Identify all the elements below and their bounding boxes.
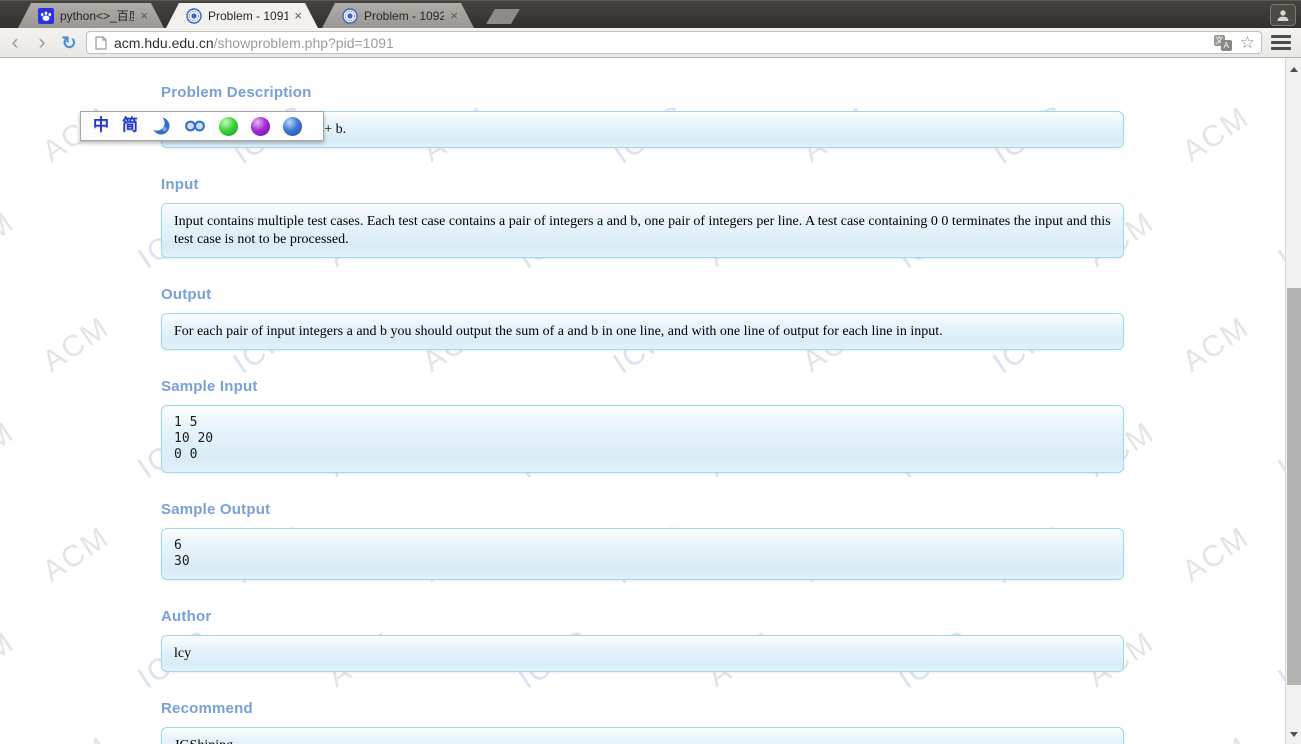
scroll-thumb[interactable] [1287, 288, 1301, 685]
section-heading: Input [161, 176, 199, 193]
watermark-text: ACM [1176, 310, 1256, 379]
section-box: JGShining [161, 727, 1124, 744]
scroll-down-icon[interactable] [1290, 732, 1298, 737]
forward-button[interactable]: › [30, 30, 54, 56]
section-heading: Recommend [161, 700, 253, 717]
section-input: Input Input contains multiple test cases… [161, 176, 1124, 258]
url-path: /showproblem.php?pid=1091 [213, 34, 394, 51]
url-text: acm.hdu.edu.cn/showproblem.php?pid=1091 [114, 35, 1214, 51]
section-heading: Sample Output [161, 501, 271, 518]
section-output: Output For each pair of input integers a… [161, 286, 1124, 350]
simplified-jian-icon[interactable]: 简 [122, 116, 138, 136]
tab-title: python<>_百度搜索 [60, 9, 129, 23]
tab-strip: python<>_百度搜索 × Problem - 1091 × Problem… [0, 0, 1301, 28]
section-heading: Sample Input [161, 378, 258, 395]
section-recommend: Recommend JGShining [161, 700, 1124, 744]
reload-button[interactable]: ↻ [56, 30, 82, 56]
purple-ball-icon[interactable] [251, 116, 271, 136]
new-tab-button[interactable] [486, 9, 520, 24]
address-bar[interactable]: acm.hdu.edu.cn/showproblem.php?pid=1091 … [86, 31, 1262, 54]
extension-toolbar-popup: 中 简 [80, 111, 324, 141]
section-body: JGShining [174, 738, 233, 744]
tab-close-icon[interactable]: × [294, 9, 302, 22]
tab-title: Problem - 1092 [364, 8, 445, 23]
section-box: Input contains multiple test cases. Each… [161, 203, 1124, 258]
hdu-favicon-icon [186, 8, 202, 24]
section-body: lcy [174, 646, 192, 661]
menu-icon[interactable] [1271, 35, 1291, 50]
scrollbar[interactable] [1285, 58, 1301, 744]
section-heading: Author [161, 608, 212, 625]
watermark-text: ACM [1177, 731, 1256, 744]
profile-button[interactable] [1270, 4, 1296, 26]
section-box: For each pair of input integers a and b … [161, 313, 1124, 350]
page-icon [95, 35, 107, 50]
section-sample-input: Sample Input 1 5 10 20 0 0 [161, 378, 1124, 473]
section-body: Input contains multiple test cases. Each… [174, 214, 1111, 247]
section-box: 6 30 [161, 528, 1124, 580]
section-author: Author lcy [161, 608, 1124, 672]
browser-toolbar: ‹ › ↻ acm.hdu.edu.cn/showproblem.php?pid… [0, 28, 1301, 58]
tab-problem-1091[interactable]: Problem - 1091 × [166, 3, 318, 28]
back-button[interactable]: ‹ [3, 30, 27, 56]
watermark-text: ACM [1176, 100, 1256, 169]
tab-problem-1092[interactable]: Problem - 1092 × [322, 3, 474, 28]
baidu-favicon-icon [38, 8, 54, 24]
section-box: 1 5 10 20 0 0 [161, 405, 1124, 473]
hdu-favicon-icon [342, 8, 358, 24]
problem-content: Problem Description Your task is to Calc… [0, 58, 1124, 744]
tab-close-icon[interactable]: × [450, 9, 458, 22]
translate-icon[interactable]: 文 A [1213, 34, 1232, 51]
page-viewport: ACMICPCACMICPCACMICPCACMICPCICPCACMICPCA… [0, 58, 1301, 744]
url-domain: acm.hdu.edu.cn [114, 34, 214, 51]
watermark-text: ACM [1176, 520, 1256, 589]
chinese-zhong-icon[interactable]: 中 [93, 116, 109, 136]
section-heading: Problem Description [161, 84, 312, 101]
glasses-icon[interactable] [184, 116, 206, 136]
crescent-moon-icon[interactable] [151, 116, 171, 136]
tab-title: Problem - 1091 [208, 8, 289, 23]
bookmark-star-icon[interactable]: ☆ [1240, 33, 1255, 53]
section-body: 1 5 10 20 0 0 [174, 415, 214, 462]
person-icon [1277, 9, 1289, 21]
scroll-up-icon[interactable] [1290, 67, 1298, 72]
tab-close-icon[interactable]: × [140, 9, 148, 22]
section-body: 6 30 [174, 538, 190, 569]
blue-ball-icon[interactable] [283, 116, 303, 136]
tab-baidu-search[interactable]: python<>_百度搜索 × [18, 3, 164, 28]
green-ball-icon[interactable] [219, 116, 239, 136]
section-body: For each pair of input integers a and b … [174, 324, 943, 339]
section-heading: Output [161, 286, 212, 303]
section-box: lcy [161, 635, 1124, 672]
section-sample-output: Sample Output 6 30 [161, 501, 1124, 580]
